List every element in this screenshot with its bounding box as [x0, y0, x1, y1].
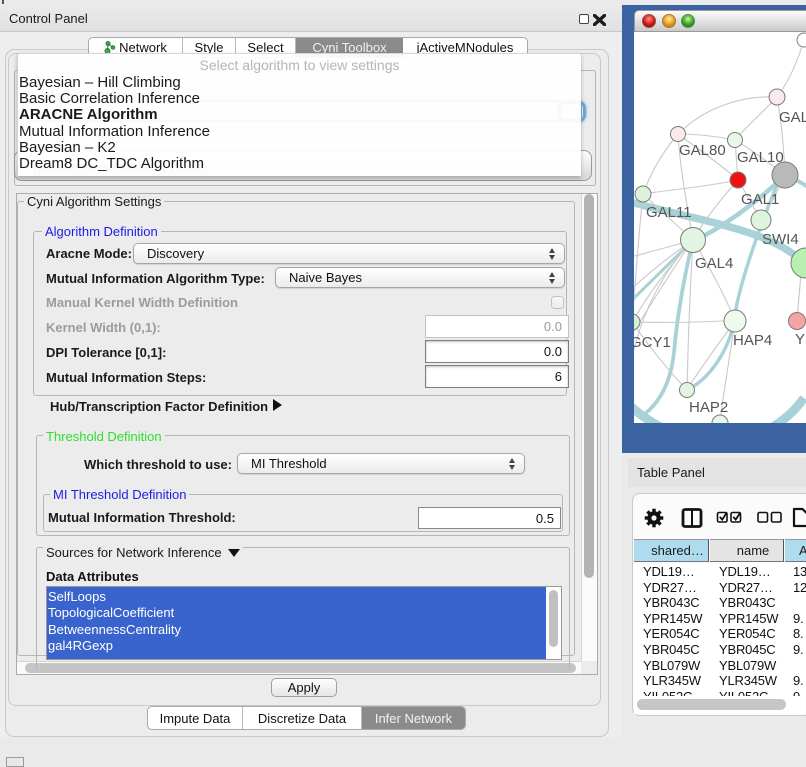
svg-text:HAP2: HAP2 [689, 399, 728, 416]
svg-text:SWI4: SWI4 [762, 231, 799, 248]
svg-text:GAL: GAL [779, 109, 806, 126]
svg-text:GAL80: GAL80 [679, 142, 726, 159]
svg-text:GAL1: GAL1 [741, 191, 779, 208]
svg-text:GAL4: GAL4 [695, 255, 733, 272]
svg-text:HAP4: HAP4 [733, 332, 772, 349]
svg-text:Y: Y [795, 331, 805, 348]
svg-text:GCY1: GCY1 [634, 334, 671, 351]
svg-text:GAL10: GAL10 [737, 149, 784, 166]
svg-text:GAL11: GAL11 [646, 204, 692, 221]
